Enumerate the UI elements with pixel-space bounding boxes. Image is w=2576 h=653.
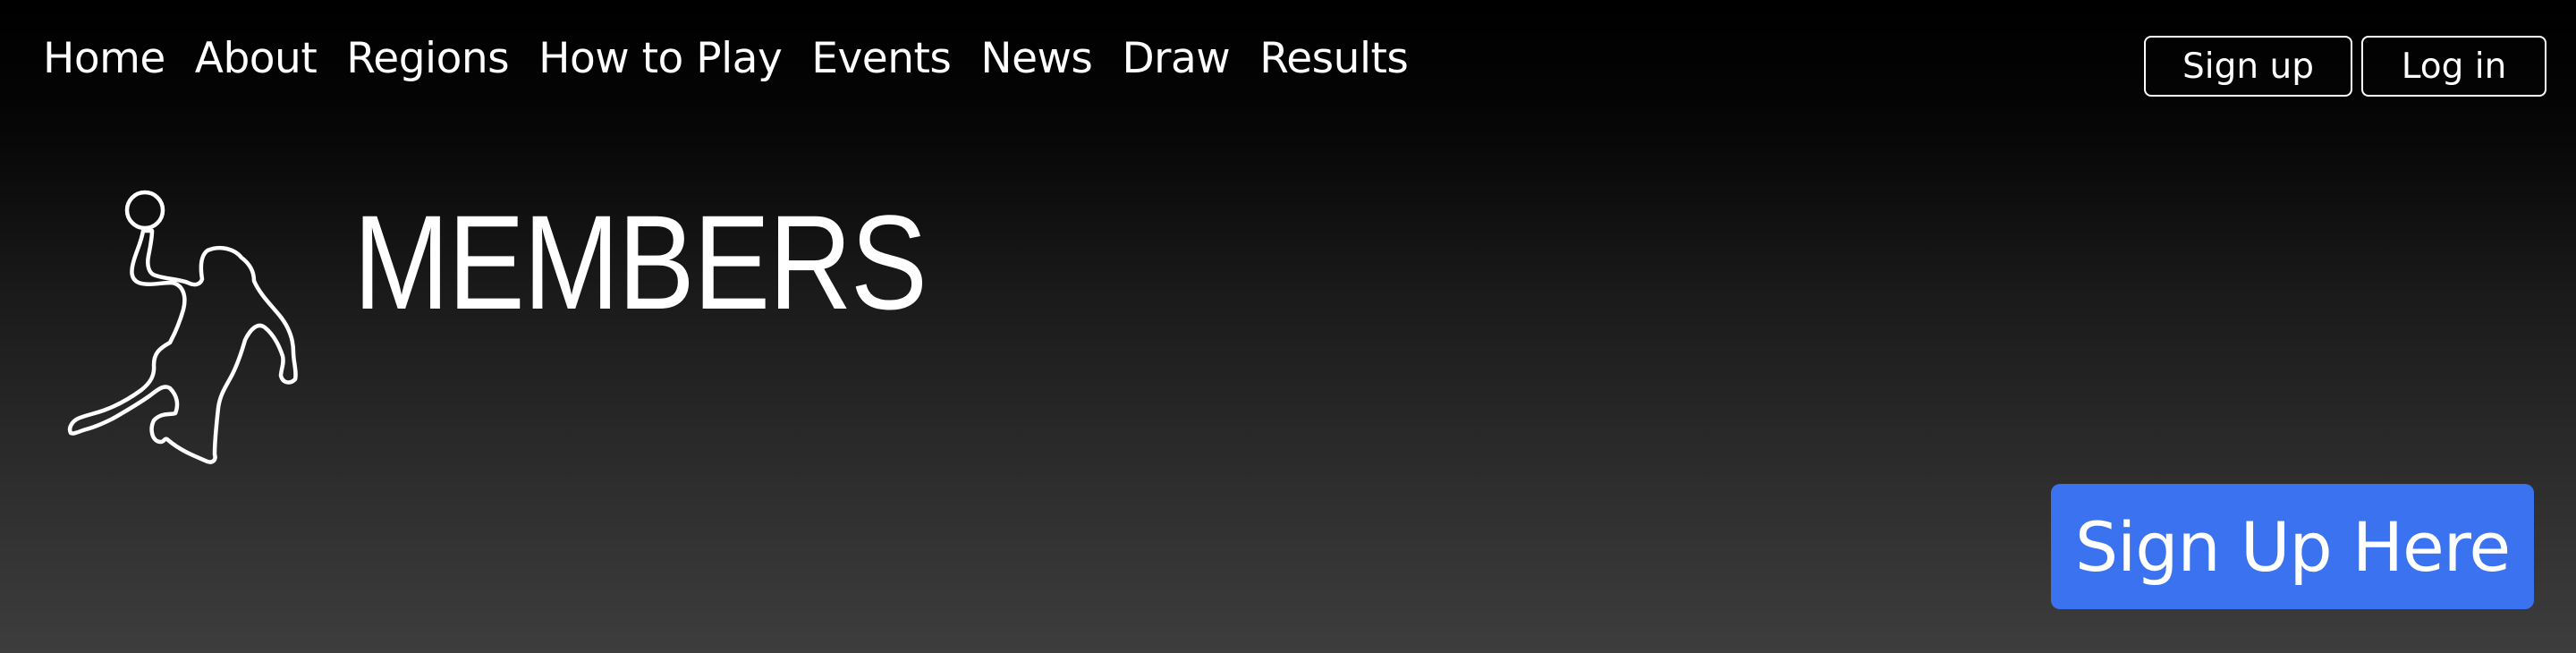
main-nav: Home About Regions How to Play Events Ne…: [43, 27, 1437, 89]
nav-draw-link[interactable]: Draw: [1122, 34, 1230, 83]
nav-how-to-play-link[interactable]: How to Play: [538, 34, 783, 83]
nav-regions-link[interactable]: Regions: [346, 34, 509, 83]
nav-home-link[interactable]: Home: [43, 34, 165, 83]
nav-news-link[interactable]: News: [980, 34, 1093, 83]
page-title: MEMBERS: [353, 187, 928, 337]
nav-about-link[interactable]: About: [195, 34, 318, 83]
log-in-button[interactable]: Log in: [2361, 36, 2546, 97]
nav-results-link[interactable]: Results: [1259, 34, 1409, 83]
auth-buttons: Sign up Log in: [2144, 36, 2546, 97]
sign-up-button[interactable]: Sign up: [2144, 36, 2352, 97]
nav-events-link[interactable]: Events: [811, 34, 952, 83]
handball-player-icon: [67, 190, 298, 464]
sign-up-here-button[interactable]: Sign Up Here: [2051, 484, 2534, 609]
